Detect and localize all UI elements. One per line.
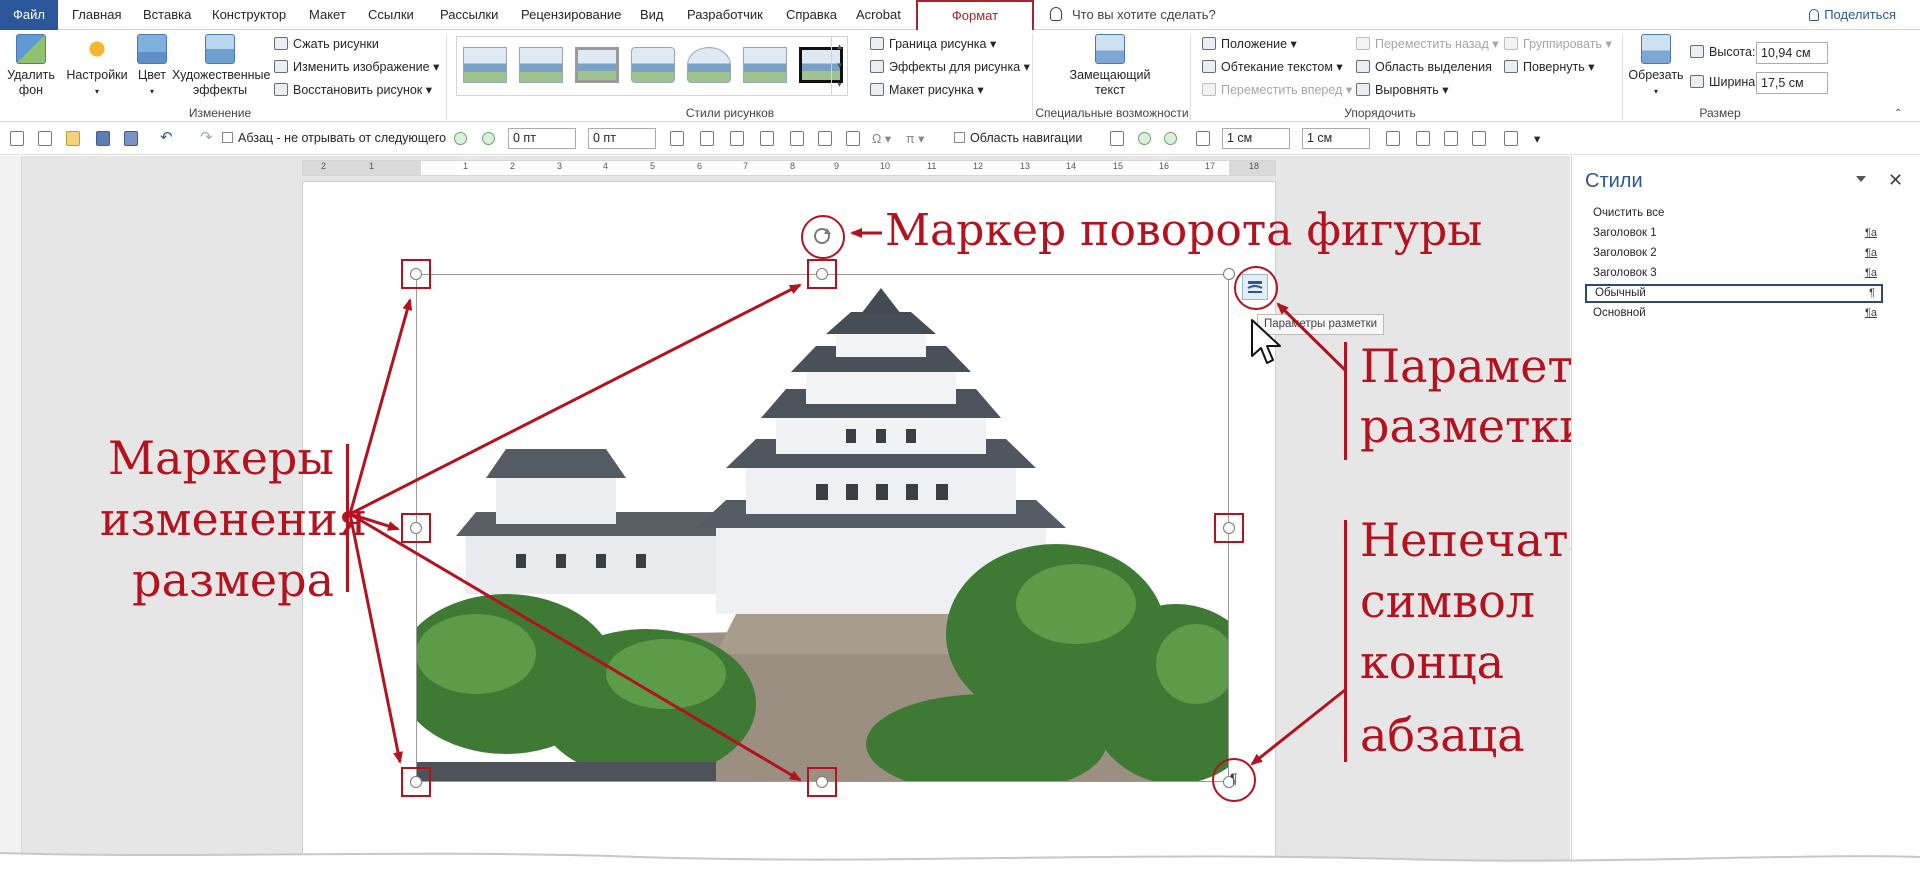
- annotation-square: [401, 513, 431, 543]
- annotation-circle: [1212, 758, 1256, 802]
- annotation-resize-line: Маркеры: [107, 431, 334, 485]
- style-item-label: Обычный: [1595, 287, 1646, 299]
- styles-pane-title: Стили: [1585, 170, 1643, 192]
- annotation-bracket: [1344, 342, 1347, 460]
- style-item-label: Заголовок 2: [1593, 247, 1657, 259]
- pane-options-icon[interactable]: [1856, 176, 1866, 182]
- close-icon[interactable]: ✕: [1888, 170, 1903, 191]
- style-item-heading-1[interactable]: Заголовок 1 ¶a: [1585, 224, 1883, 243]
- style-type-icon: ¶a: [1864, 247, 1877, 259]
- annotation-square: [1214, 513, 1244, 543]
- annotation-bracket: [346, 444, 349, 592]
- style-item-heading-3[interactable]: Заголовок 3 ¶a: [1585, 264, 1883, 283]
- annotation-square: [807, 767, 837, 797]
- annotation-square: [401, 259, 431, 289]
- style-type-icon: ¶a: [1864, 227, 1877, 239]
- style-item-label: Очистить все: [1593, 207, 1665, 219]
- torn-page-edge: [0, 852, 1920, 879]
- style-item-body[interactable]: Основной ¶a: [1585, 304, 1883, 323]
- annotation-square: [401, 767, 431, 797]
- style-item-heading-2[interactable]: Заголовок 2 ¶a: [1585, 244, 1883, 263]
- style-type-icon: ¶a: [1864, 267, 1877, 279]
- style-item-normal[interactable]: Обычный ¶: [1585, 284, 1883, 303]
- annotation-rotate-label: Маркер поворота фигуры: [885, 205, 1483, 256]
- style-item-clear-all[interactable]: Очистить все: [1585, 204, 1883, 223]
- annotation-bracket: [1344, 520, 1347, 762]
- style-item-label: Заголовок 1: [1593, 227, 1657, 239]
- annotation-circle: [801, 215, 845, 259]
- annotation-resize-line: размера: [132, 553, 334, 607]
- style-type-icon: ¶a: [1864, 307, 1877, 319]
- style-type-icon: ¶: [1869, 287, 1875, 299]
- style-item-label: Заголовок 3: [1593, 267, 1657, 279]
- annotation-resize-line: изменения: [100, 492, 367, 546]
- annotation-square: [807, 259, 837, 289]
- annotation-resize-label: Маркеры изменения размера: [100, 428, 367, 611]
- style-item-label: Основной: [1593, 307, 1646, 319]
- annotation-circle: [1234, 266, 1278, 310]
- styles-pane: Стили ✕ Очистить все Заголовок 1 ¶a Загол…: [1571, 156, 1920, 879]
